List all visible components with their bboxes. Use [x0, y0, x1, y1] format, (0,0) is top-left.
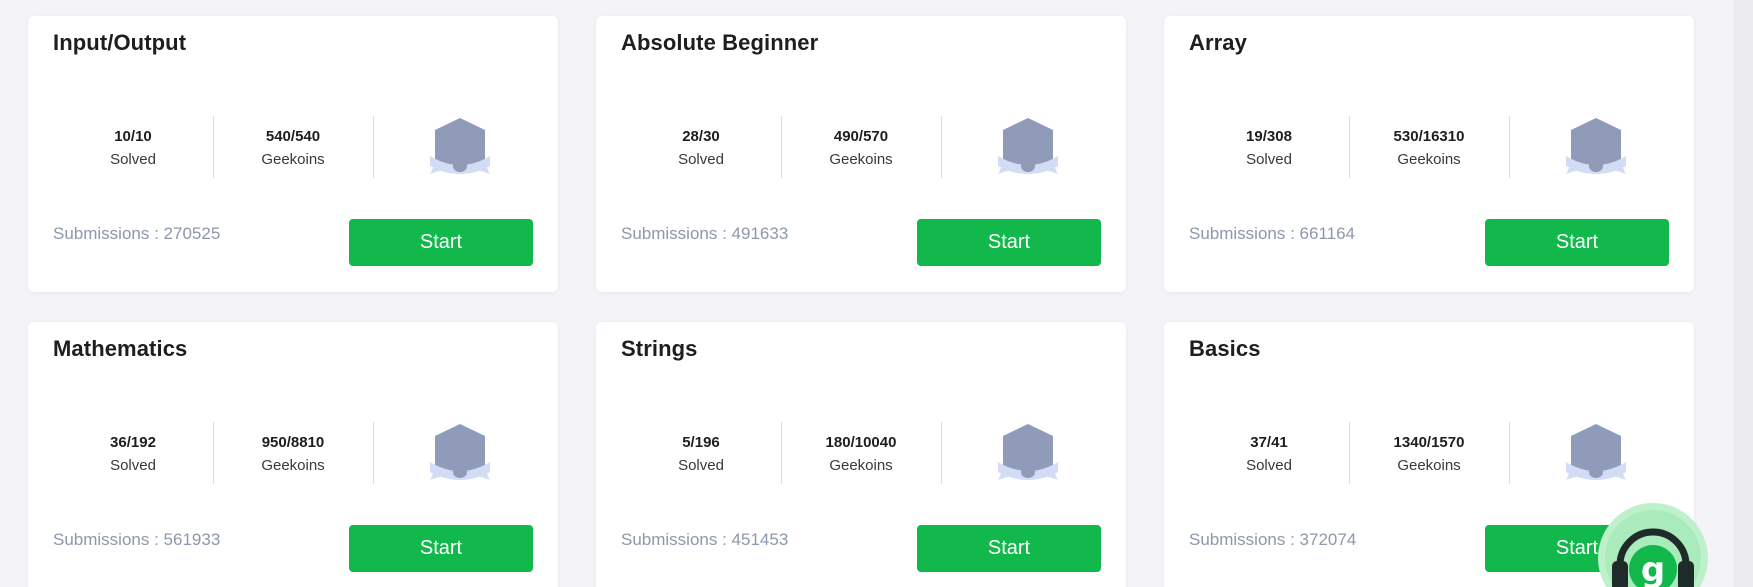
solved-label: Solved	[1246, 151, 1292, 168]
solved-stat: 19/308 Solved	[1189, 116, 1349, 178]
card-title: Mathematics	[53, 336, 188, 361]
solved-label: Solved	[110, 457, 156, 474]
solved-value: 37/41	[1250, 434, 1288, 451]
track-card: Strings 5/196 Solved 180/10040 Geekoins …	[596, 322, 1126, 587]
geekoins-label: Geekoins	[261, 457, 325, 474]
solved-value: 19/308	[1246, 128, 1292, 145]
badge-shield-icon	[428, 116, 492, 180]
solved-label: Solved	[678, 151, 724, 168]
geekoins-value: 490/570	[833, 128, 889, 145]
track-card: Array 19/308 Solved 530/16310 Geekoins S…	[1164, 16, 1694, 292]
start-button[interactable]: Start	[917, 525, 1101, 572]
stat-divider	[373, 116, 374, 178]
geekoins-value: 950/8810	[261, 434, 325, 451]
geekoins-value: 180/10040	[825, 434, 897, 451]
submissions-count: Submissions : 661164	[1189, 224, 1356, 243]
stat-divider	[941, 116, 942, 178]
start-button[interactable]: Start	[1485, 219, 1669, 266]
submissions-count: Submissions : 270525	[53, 224, 221, 243]
submissions-count: Submissions : 451453	[621, 530, 789, 549]
geekoins-stat: 950/8810 Geekoins	[213, 422, 373, 484]
card-stats: 19/308 Solved 530/16310 Geekoins	[1189, 116, 1669, 178]
solved-value: 28/30	[682, 128, 720, 145]
submissions-count: Submissions : 561933	[53, 530, 221, 549]
solved-stat: 5/196 Solved	[621, 422, 781, 484]
card-title: Input/Output	[53, 30, 187, 55]
geekoins-stat: 490/570 Geekoins	[781, 116, 941, 178]
start-button[interactable]: Start	[349, 219, 533, 266]
card-title: Absolute Beginner	[621, 30, 819, 55]
stat-divider	[941, 422, 942, 484]
badge-shield-icon	[996, 422, 1060, 486]
stat-divider	[1509, 116, 1510, 178]
geekoins-stat: 180/10040 Geekoins	[781, 422, 941, 484]
start-button[interactable]: Start	[917, 219, 1101, 266]
solved-label: Solved	[1246, 457, 1292, 474]
geekoins-label: Geekoins	[1397, 457, 1461, 474]
submissions-count: Submissions : 372074	[1189, 530, 1357, 549]
track-card: Mathematics 36/192 Solved 950/8810 Geeko…	[28, 322, 558, 587]
geekoins-label: Geekoins	[829, 151, 893, 168]
start-button[interactable]: Start	[349, 525, 533, 572]
card-title: Array	[1189, 30, 1247, 55]
stat-divider	[1509, 422, 1510, 484]
solved-value: 36/192	[110, 434, 156, 451]
geekoins-label: Geekoins	[1397, 151, 1461, 168]
badge-shield-icon	[428, 422, 492, 486]
badge-shield-icon	[1564, 116, 1628, 180]
solved-label: Solved	[678, 457, 724, 474]
geekoins-value: 1340/1570	[1393, 434, 1465, 451]
badge-shield-icon	[996, 116, 1060, 180]
submissions-count: Submissions : 491633	[621, 224, 789, 243]
geekoins-stat: 1340/1570 Geekoins	[1349, 422, 1509, 484]
geekoins-stat: 530/16310 Geekoins	[1349, 116, 1509, 178]
card-stats: 36/192 Solved 950/8810 Geekoins	[53, 422, 533, 484]
solved-stat: 10/10 Solved	[53, 116, 213, 178]
card-stats: 28/30 Solved 490/570 Geekoins	[621, 116, 1101, 178]
card-title: Basics	[1189, 336, 1261, 361]
solved-label: Solved	[110, 151, 156, 168]
solved-stat: 37/41 Solved	[1189, 422, 1349, 484]
geekoins-label: Geekoins	[261, 151, 325, 168]
card-title: Strings	[621, 336, 698, 361]
card-stats: 37/41 Solved 1340/1570 Geekoins	[1189, 422, 1669, 484]
card-stats: 5/196 Solved 180/10040 Geekoins	[621, 422, 1101, 484]
track-card: Absolute Beginner 28/30 Solved 490/570 G…	[596, 16, 1126, 292]
headphones-support-icon[interactable]: g	[1598, 503, 1708, 587]
card-stats: 10/10 Solved 540/540 Geekoins	[53, 116, 533, 178]
solved-value: 5/196	[682, 434, 720, 451]
geekoins-value: 530/16310	[1393, 128, 1465, 145]
solved-stat: 28/30 Solved	[621, 116, 781, 178]
badge-shield-icon	[1564, 422, 1628, 486]
geekoins-value: 540/540	[265, 128, 321, 145]
geekoins-stat: 540/540 Geekoins	[213, 116, 373, 178]
track-card: Input/Output 10/10 Solved 540/540 Geekoi…	[28, 16, 558, 292]
geekoins-label: Geekoins	[829, 457, 893, 474]
solved-stat: 36/192 Solved	[53, 422, 213, 484]
stat-divider	[373, 422, 374, 484]
track-cards-grid: Input/Output 10/10 Solved 540/540 Geekoi…	[28, 16, 1694, 587]
svg-text:g: g	[1641, 550, 1665, 587]
page-scrollbar[interactable]	[1733, 0, 1753, 587]
solved-value: 10/10	[114, 128, 152, 145]
